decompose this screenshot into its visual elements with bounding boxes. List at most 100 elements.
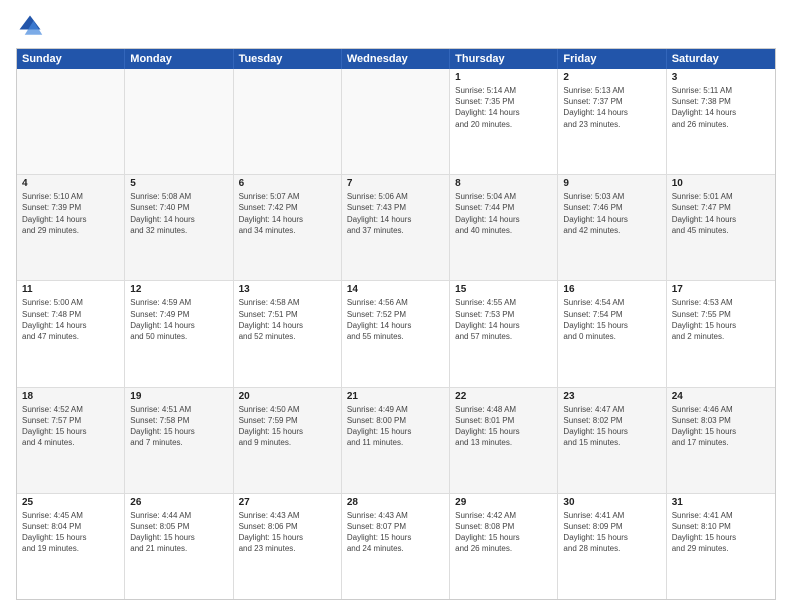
day-info: Sunrise: 5:03 AM Sunset: 7:46 PM Dayligh…: [563, 191, 660, 236]
day-info: Sunrise: 4:41 AM Sunset: 8:09 PM Dayligh…: [563, 510, 660, 555]
calendar-cell: 29 Sunrise: 4:42 AM Sunset: 8:08 PM Dayli…: [450, 494, 558, 599]
calendar-cell: [125, 69, 233, 174]
day-info: Sunrise: 5:11 AM Sunset: 7:38 PM Dayligh…: [672, 85, 770, 130]
day-number: 24: [672, 391, 770, 402]
day-number: 16: [563, 284, 660, 295]
day-info: Sunrise: 5:00 AM Sunset: 7:48 PM Dayligh…: [22, 297, 119, 342]
calendar-cell: 24 Sunrise: 4:46 AM Sunset: 8:03 PM Dayli…: [667, 388, 775, 493]
calendar-cell: 14 Sunrise: 4:56 AM Sunset: 7:52 PM Dayli…: [342, 281, 450, 386]
day-info: Sunrise: 5:07 AM Sunset: 7:42 PM Dayligh…: [239, 191, 336, 236]
day-info: Sunrise: 4:48 AM Sunset: 8:01 PM Dayligh…: [455, 404, 552, 449]
calendar-cell: [342, 69, 450, 174]
day-info: Sunrise: 5:04 AM Sunset: 7:44 PM Dayligh…: [455, 191, 552, 236]
day-info: Sunrise: 4:45 AM Sunset: 8:04 PM Dayligh…: [22, 510, 119, 555]
calendar-cell: [17, 69, 125, 174]
day-number: 22: [455, 391, 552, 402]
day-info: Sunrise: 4:58 AM Sunset: 7:51 PM Dayligh…: [239, 297, 336, 342]
calendar-cell: 28 Sunrise: 4:43 AM Sunset: 8:07 PM Dayli…: [342, 494, 450, 599]
calendar-cell: 19 Sunrise: 4:51 AM Sunset: 7:58 PM Dayli…: [125, 388, 233, 493]
day-number: 27: [239, 497, 336, 508]
day-info: Sunrise: 5:10 AM Sunset: 7:39 PM Dayligh…: [22, 191, 119, 236]
calendar-header-cell: Tuesday: [234, 49, 342, 69]
day-number: 12: [130, 284, 227, 295]
day-number: 8: [455, 178, 552, 189]
day-number: 13: [239, 284, 336, 295]
calendar-header-cell: Sunday: [17, 49, 125, 69]
calendar-cell: 6 Sunrise: 5:07 AM Sunset: 7:42 PM Daylig…: [234, 175, 342, 280]
calendar-cell: 22 Sunrise: 4:48 AM Sunset: 8:01 PM Dayli…: [450, 388, 558, 493]
day-info: Sunrise: 4:43 AM Sunset: 8:07 PM Dayligh…: [347, 510, 444, 555]
calendar-cell: 26 Sunrise: 4:44 AM Sunset: 8:05 PM Dayli…: [125, 494, 233, 599]
day-info: Sunrise: 5:13 AM Sunset: 7:37 PM Dayligh…: [563, 85, 660, 130]
day-info: Sunrise: 4:56 AM Sunset: 7:52 PM Dayligh…: [347, 297, 444, 342]
day-info: Sunrise: 4:41 AM Sunset: 8:10 PM Dayligh…: [672, 510, 770, 555]
day-number: 9: [563, 178, 660, 189]
calendar-cell: 17 Sunrise: 4:53 AM Sunset: 7:55 PM Dayli…: [667, 281, 775, 386]
day-info: Sunrise: 4:53 AM Sunset: 7:55 PM Dayligh…: [672, 297, 770, 342]
calendar-cell: 31 Sunrise: 4:41 AM Sunset: 8:10 PM Dayli…: [667, 494, 775, 599]
day-number: 3: [672, 72, 770, 83]
day-info: Sunrise: 4:59 AM Sunset: 7:49 PM Dayligh…: [130, 297, 227, 342]
day-info: Sunrise: 5:14 AM Sunset: 7:35 PM Dayligh…: [455, 85, 552, 130]
day-number: 10: [672, 178, 770, 189]
day-number: 6: [239, 178, 336, 189]
calendar-cell: 30 Sunrise: 4:41 AM Sunset: 8:09 PM Dayli…: [558, 494, 666, 599]
day-number: 15: [455, 284, 552, 295]
day-number: 23: [563, 391, 660, 402]
calendar-cell: 23 Sunrise: 4:47 AM Sunset: 8:02 PM Dayli…: [558, 388, 666, 493]
calendar-cell: 3 Sunrise: 5:11 AM Sunset: 7:38 PM Daylig…: [667, 69, 775, 174]
calendar-cell: 18Sunrise: 4:52 AM Sunset: 7:57 PM Dayli…: [17, 388, 125, 493]
day-info: Sunrise: 4:43 AM Sunset: 8:06 PM Dayligh…: [239, 510, 336, 555]
calendar-cell: 16 Sunrise: 4:54 AM Sunset: 7:54 PM Dayli…: [558, 281, 666, 386]
day-number: 30: [563, 497, 660, 508]
day-number: 7: [347, 178, 444, 189]
day-number: 29: [455, 497, 552, 508]
calendar-cell: 8 Sunrise: 5:04 AM Sunset: 7:44 PM Daylig…: [450, 175, 558, 280]
day-number: 19: [130, 391, 227, 402]
calendar-cell: 20Sunrise: 4:50 AM Sunset: 7:59 PM Dayli…: [234, 388, 342, 493]
day-number: 28: [347, 497, 444, 508]
logo-icon: [16, 12, 44, 40]
calendar-row: 18Sunrise: 4:52 AM Sunset: 7:57 PM Dayli…: [17, 388, 775, 494]
day-number: 4: [22, 178, 119, 189]
calendar-header-cell: Monday: [125, 49, 233, 69]
day-info: Sunrise: 4:42 AM Sunset: 8:08 PM Dayligh…: [455, 510, 552, 555]
calendar-cell: 15Sunrise: 4:55 AM Sunset: 7:53 PM Dayli…: [450, 281, 558, 386]
calendar-header: SundayMondayTuesdayWednesdayThursdayFrid…: [17, 49, 775, 69]
day-info: Sunrise: 4:47 AM Sunset: 8:02 PM Dayligh…: [563, 404, 660, 449]
calendar-row: 4 Sunrise: 5:10 AM Sunset: 7:39 PM Daylig…: [17, 175, 775, 281]
day-number: 31: [672, 497, 770, 508]
logo: [16, 12, 48, 40]
calendar-row: 1 Sunrise: 5:14 AM Sunset: 7:35 PM Daylig…: [17, 69, 775, 175]
day-number: 17: [672, 284, 770, 295]
calendar-cell: 13 Sunrise: 4:58 AM Sunset: 7:51 PM Dayli…: [234, 281, 342, 386]
day-info: Sunrise: 4:52 AM Sunset: 7:57 PM Dayligh…: [22, 404, 119, 449]
day-info: Sunrise: 4:49 AM Sunset: 8:00 PM Dayligh…: [347, 404, 444, 449]
day-number: 11: [22, 284, 119, 295]
calendar-row: 11 Sunrise: 5:00 AM Sunset: 7:48 PM Dayli…: [17, 281, 775, 387]
calendar-cell: 10Sunrise: 5:01 AM Sunset: 7:47 PM Dayli…: [667, 175, 775, 280]
calendar-cell: 5Sunrise: 5:08 AM Sunset: 7:40 PM Daylig…: [125, 175, 233, 280]
calendar-cell: 7 Sunrise: 5:06 AM Sunset: 7:43 PM Daylig…: [342, 175, 450, 280]
calendar-header-cell: Thursday: [450, 49, 558, 69]
day-number: 26: [130, 497, 227, 508]
day-info: Sunrise: 4:54 AM Sunset: 7:54 PM Dayligh…: [563, 297, 660, 342]
day-number: 25: [22, 497, 119, 508]
calendar-cell: 9 Sunrise: 5:03 AM Sunset: 7:46 PM Daylig…: [558, 175, 666, 280]
day-info: Sunrise: 4:44 AM Sunset: 8:05 PM Dayligh…: [130, 510, 227, 555]
calendar-cell: 12 Sunrise: 4:59 AM Sunset: 7:49 PM Dayli…: [125, 281, 233, 386]
day-info: Sunrise: 5:06 AM Sunset: 7:43 PM Dayligh…: [347, 191, 444, 236]
day-info: Sunrise: 4:51 AM Sunset: 7:58 PM Dayligh…: [130, 404, 227, 449]
day-number: 21: [347, 391, 444, 402]
calendar-cell: 11 Sunrise: 5:00 AM Sunset: 7:48 PM Dayli…: [17, 281, 125, 386]
day-number: 14: [347, 284, 444, 295]
calendar-row: 25 Sunrise: 4:45 AM Sunset: 8:04 PM Dayli…: [17, 494, 775, 599]
calendar-header-cell: Saturday: [667, 49, 775, 69]
calendar-cell: 25 Sunrise: 4:45 AM Sunset: 8:04 PM Dayli…: [17, 494, 125, 599]
calendar: SundayMondayTuesdayWednesdayThursdayFrid…: [16, 48, 776, 600]
page: SundayMondayTuesdayWednesdayThursdayFrid…: [0, 0, 792, 612]
day-number: 1: [455, 72, 552, 83]
calendar-cell: 1 Sunrise: 5:14 AM Sunset: 7:35 PM Daylig…: [450, 69, 558, 174]
day-info: Sunrise: 4:46 AM Sunset: 8:03 PM Dayligh…: [672, 404, 770, 449]
calendar-body: 1 Sunrise: 5:14 AM Sunset: 7:35 PM Daylig…: [17, 69, 775, 599]
